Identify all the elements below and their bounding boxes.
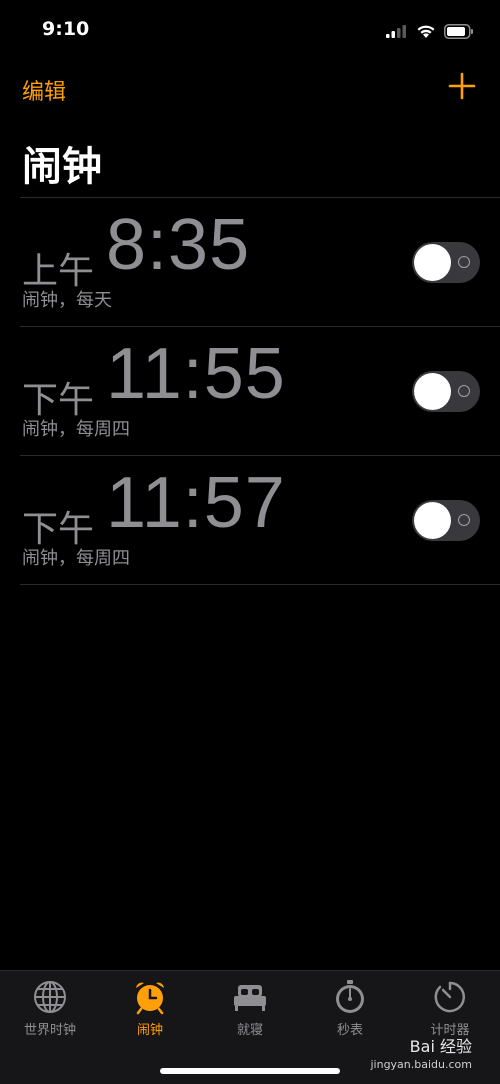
wifi-icon <box>417 25 435 38</box>
tab-bedtime[interactable]: 就寝 <box>200 979 300 1051</box>
alarm-label: 闹钟，每周四 <box>22 548 130 569</box>
stopwatch-icon <box>336 980 364 1013</box>
timer-icon <box>434 981 466 1013</box>
alarm-toggle[interactable] <box>412 242 480 283</box>
watermark-brand: Bai 经验 <box>409 1037 472 1056</box>
toggle-off-icon <box>458 385 470 397</box>
tab-label: 就寝 <box>236 1023 263 1038</box>
status-icons <box>386 22 474 40</box>
alarm-label: 闹钟，每天 <box>22 290 112 311</box>
alarm-time: 11:57 <box>106 463 286 543</box>
toggle-off-icon <box>458 256 470 268</box>
alarm-row[interactable]: 下午 11:57 闹钟，每周四 <box>20 455 500 585</box>
tab-label: 闹钟 <box>136 1023 163 1038</box>
tab-label: 秒表 <box>336 1023 363 1038</box>
alarm-time: 8:35 <box>106 205 251 285</box>
watermark: Bai 经验 jingyan.baidu.com <box>370 1038 472 1074</box>
alarm-time: 11:55 <box>106 334 286 414</box>
toggle-off-icon <box>458 514 470 526</box>
alarm-row[interactable]: 下午 11:55 闹钟，每周四 <box>20 326 500 455</box>
tab-world-clock[interactable]: 世界时钟 <box>0 979 100 1051</box>
home-indicator <box>160 1068 340 1074</box>
edit-button[interactable]: 编辑 <box>22 74 66 106</box>
alarm-toggle[interactable] <box>412 371 480 412</box>
cellular-signal-icon <box>386 25 406 38</box>
alarm-toggle[interactable] <box>412 500 480 541</box>
alarm-row[interactable]: 上午 8:35 闹钟，每天 <box>20 197 500 326</box>
watermark-url: jingyan.baidu.com <box>370 1058 472 1071</box>
toggle-knob <box>414 373 451 410</box>
tab-label: 世界时钟 <box>23 1023 76 1038</box>
alarm-list: 上午 8:35 闹钟，每天 下午 11:55 闹钟，每周四 下午 11:57 闹… <box>0 197 500 585</box>
bed-icon <box>234 985 266 1011</box>
status-bar: 9:10 <box>0 0 500 60</box>
tab-label: 计时器 <box>430 1023 470 1038</box>
page-title: 闹钟 <box>22 144 102 190</box>
plus-icon[interactable] <box>448 72 476 100</box>
toggle-knob <box>414 244 451 281</box>
alarm-clock-icon <box>136 982 164 1015</box>
alarm-label: 闹钟，每周四 <box>22 419 130 440</box>
toggle-knob <box>414 502 451 539</box>
tab-alarm[interactable]: 闹钟 <box>100 979 200 1051</box>
battery-icon <box>444 23 473 39</box>
status-time: 9:10 <box>42 18 90 40</box>
globe-icon <box>34 981 66 1013</box>
